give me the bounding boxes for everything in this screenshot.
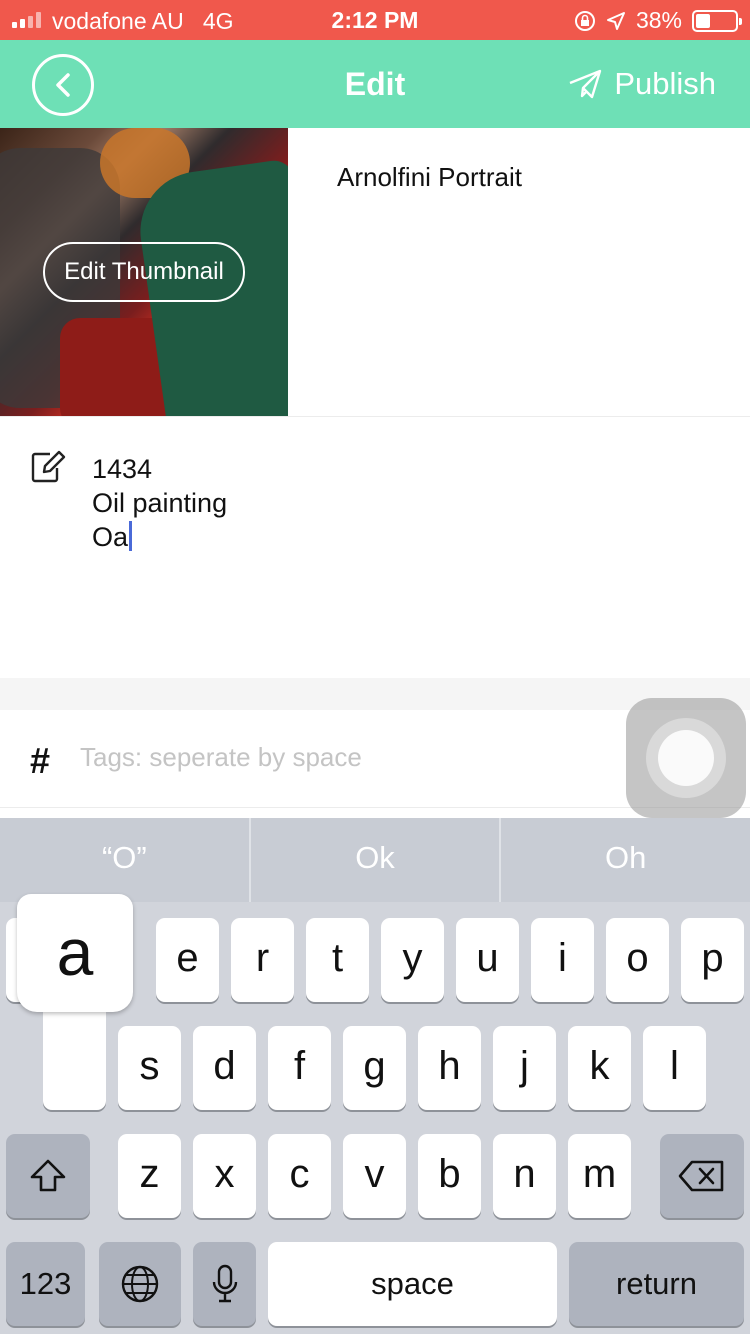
key-u[interactable]: u [456,918,519,1002]
shift-icon [30,1159,66,1192]
key-k[interactable]: k [568,1026,631,1110]
battery-icon [692,9,742,32]
key-r[interactable]: r [231,918,294,1002]
edit-thumbnail-button[interactable]: Edit Thumbnail [43,242,245,302]
key-a-label: a [56,915,94,989]
key-t[interactable]: t [306,918,369,1002]
suggestion-item[interactable]: Ok [248,818,500,902]
key-d[interactable]: d [193,1026,256,1110]
backspace-icon [678,1160,724,1192]
dictation-key[interactable] [193,1242,256,1326]
key-l[interactable]: l [643,1026,706,1110]
orientation-lock-icon [574,10,595,31]
globe-icon [121,1265,159,1303]
globe-key[interactable] [99,1242,181,1326]
suggestion-bar: “O” Ok Oh [0,818,750,902]
microphone-icon [212,1264,237,1303]
tags-input[interactable] [80,742,600,773]
key-c[interactable]: c [268,1134,331,1218]
artwork-thumbnail[interactable]: Edit Thumbnail [0,128,288,416]
shift-key[interactable] [6,1134,90,1218]
location-icon [606,11,625,30]
key-e[interactable]: e [156,918,219,1002]
text-cursor [129,521,133,551]
key-a-popup[interactable]: a [17,894,133,1110]
status-right: 38% [574,7,742,34]
key-b[interactable]: b [418,1134,481,1218]
paper-plane-icon [569,69,602,99]
key-f[interactable]: f [268,1026,331,1110]
key-y[interactable]: y [381,918,444,1002]
key-m[interactable]: m [568,1134,631,1218]
battery-percent: 38% [635,7,682,33]
publish-button[interactable]: Publish [568,66,716,102]
description-line-active: Oa [92,520,227,554]
backspace-key[interactable] [660,1134,744,1218]
edit-note-icon [31,450,66,483]
key-v[interactable]: v [343,1134,406,1218]
key-z[interactable]: z [118,1134,181,1218]
suggestion-item[interactable]: “O” [0,818,249,902]
description-field[interactable]: 1434 Oil painting Oa [92,452,227,554]
publish-label: Publish [614,66,716,101]
status-bar: vodafone AU 4G 2:12 PM 38% [0,0,750,40]
assistive-touch-button[interactable] [626,698,746,818]
hashtag-icon: # [30,740,51,781]
key-h[interactable]: h [418,1026,481,1110]
key-j[interactable]: j [493,1026,556,1110]
description-line: 1434 [92,454,153,484]
space-key[interactable]: space [268,1242,557,1326]
nav-bar: Edit Publish [0,40,750,128]
numbers-key[interactable]: 123 [6,1242,85,1326]
key-i[interactable]: i [531,918,594,1002]
suggestion-item[interactable]: Oh [499,818,750,902]
keyboard: “O” Ok Oh e r t y u i o p s d f g h j k … [0,818,750,1334]
artwork-title[interactable]: Arnolfini Portrait [337,162,522,193]
divider [0,416,750,417]
key-g[interactable]: g [343,1026,406,1110]
description-line-text: Oa [92,522,129,552]
key-p[interactable]: p [681,918,744,1002]
key-x[interactable]: x [193,1134,256,1218]
key-o[interactable]: o [606,918,669,1002]
key-n[interactable]: n [493,1134,556,1218]
return-key[interactable]: return [569,1242,744,1326]
description-line: Oil painting [92,488,228,518]
